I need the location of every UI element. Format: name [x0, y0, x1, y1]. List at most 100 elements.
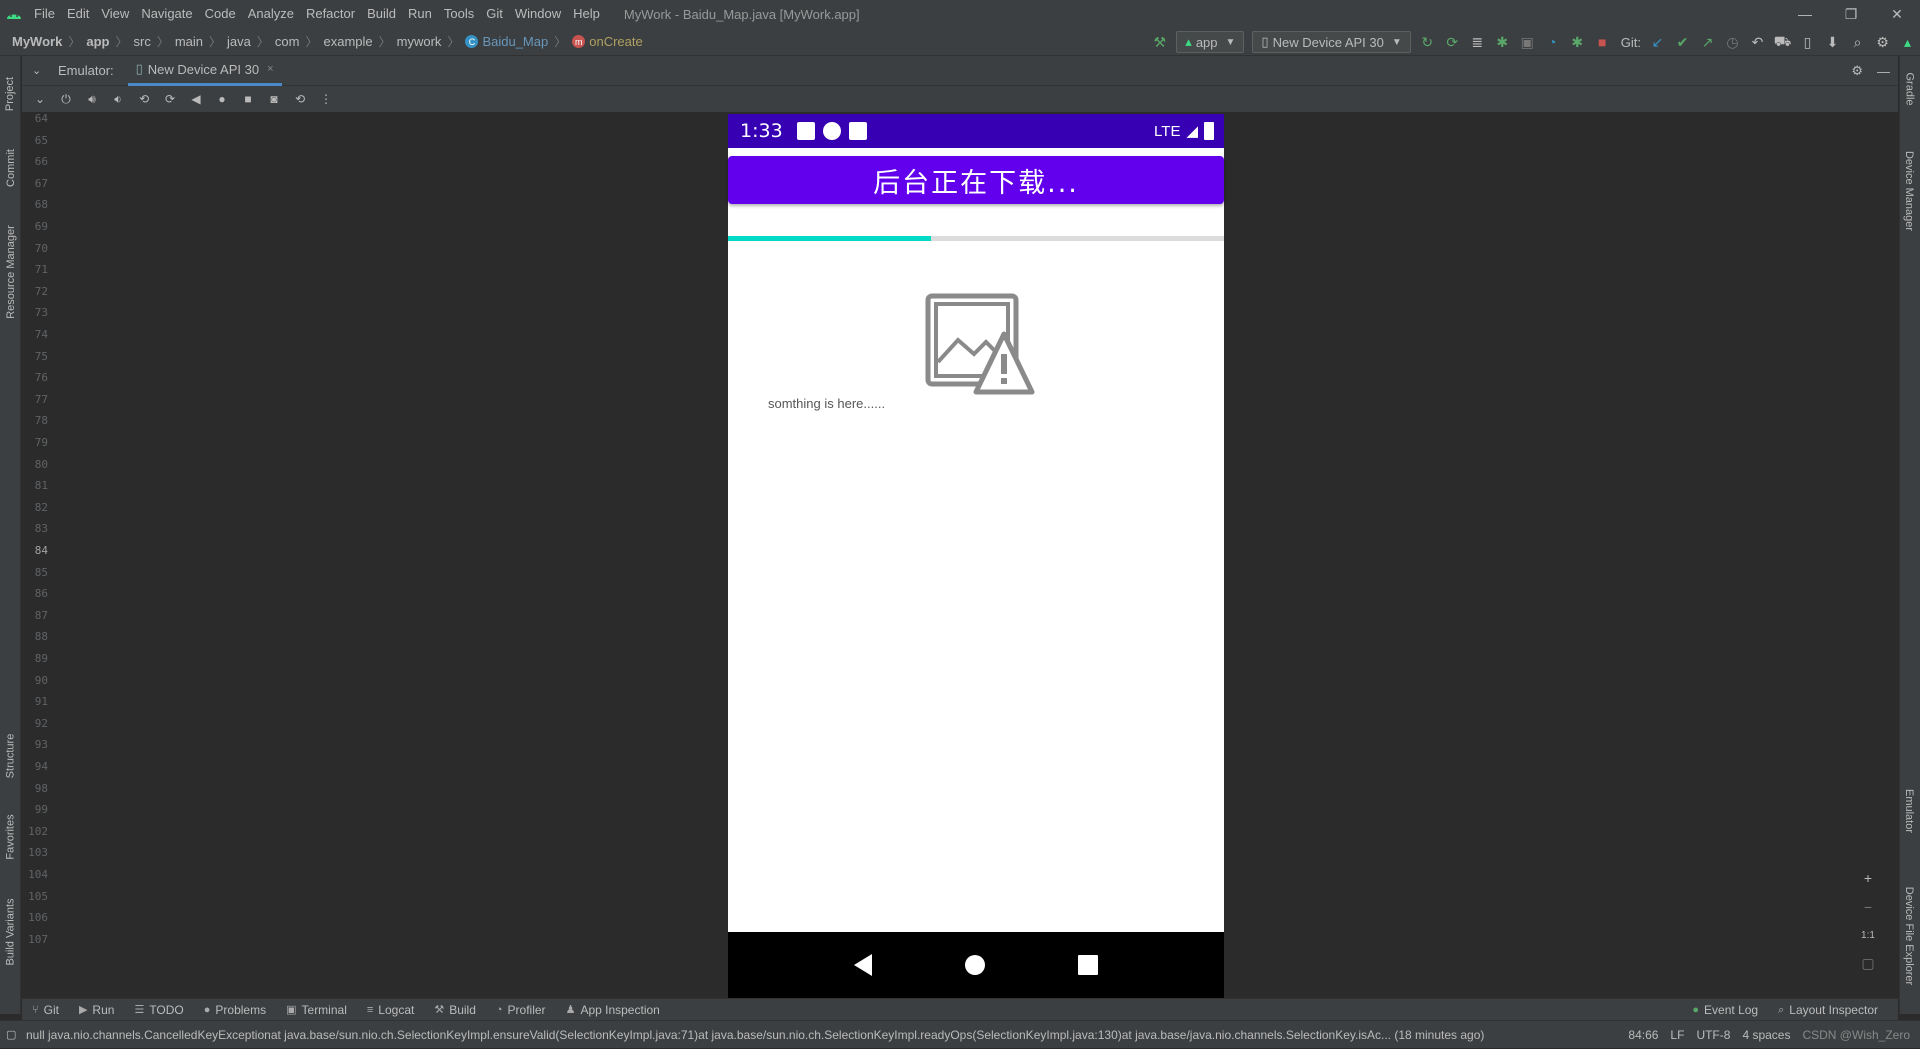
device-selector[interactable]: ▯ New Device API 30 ▼: [1252, 31, 1411, 53]
settings-gear-icon[interactable]: ⚙: [1870, 30, 1895, 54]
volume-down-icon[interactable]: 🔉︎: [110, 91, 126, 107]
breadcrumb-example[interactable]: example: [324, 34, 373, 49]
git-update-icon[interactable]: ↙: [1645, 30, 1670, 54]
breadcrumb-project[interactable]: MyWork: [12, 34, 62, 49]
menu-help[interactable]: Help: [567, 0, 606, 28]
tab-device-file-explorer[interactable]: Device File Explorer: [1899, 866, 1920, 1006]
chevron-down-icon[interactable]: ⌄: [32, 64, 41, 77]
sdk-manager-icon[interactable]: ⬇: [1820, 30, 1845, 54]
menu-code[interactable]: Code: [199, 0, 242, 28]
line-separator[interactable]: LF: [1670, 1028, 1684, 1042]
tab-structure[interactable]: Structure: [0, 724, 21, 788]
zoom-actual-size-button[interactable]: 1:1: [1861, 923, 1875, 947]
tab-favorites[interactable]: Favorites: [0, 802, 21, 872]
tab-resource-manager[interactable]: Resource Manager: [0, 212, 21, 332]
tool-build[interactable]: ⚒ Build: [434, 1003, 476, 1017]
close-icon[interactable]: ✕: [1874, 0, 1920, 28]
history-icon[interactable]: ◷: [1720, 30, 1745, 54]
tool-problems[interactable]: ● Problems: [204, 1003, 266, 1017]
menu-build[interactable]: Build: [361, 0, 402, 28]
menu-navigate[interactable]: Navigate: [135, 0, 198, 28]
back-icon[interactable]: ◀: [188, 91, 204, 107]
device-manager-icon[interactable]: ▯: [1795, 30, 1820, 54]
tool-logcat[interactable]: ≡ Logcat: [367, 1003, 414, 1017]
tool-run[interactable]: ▶ Run: [79, 1003, 114, 1017]
apply-code-changes-icon[interactable]: ⟳: [1440, 30, 1465, 54]
breadcrumb-main[interactable]: main: [175, 34, 203, 49]
rotate-left-icon[interactable]: ⟲: [136, 91, 152, 107]
emulator-device-screen[interactable]: 1:33 LTE ◢ 后台正在下载... somthing is here...…: [728, 114, 1224, 998]
tab-device-manager[interactable]: Device Manager: [1899, 136, 1920, 246]
git-commit-icon[interactable]: ✔: [1670, 30, 1695, 54]
run-config-selector[interactable]: ▴ app ▼: [1176, 31, 1245, 53]
menu-tools[interactable]: Tools: [438, 0, 480, 28]
breadcrumb-mywork[interactable]: mywork: [397, 34, 442, 49]
attach-debugger-icon[interactable]: ✱: [1565, 30, 1590, 54]
download-status-button[interactable]: 后台正在下载...: [728, 156, 1224, 204]
tool-app-inspection[interactable]: ♟ App Inspection: [566, 1003, 660, 1017]
device-mirror-icon[interactable]: ⛟: [1770, 30, 1795, 54]
tool-profiler[interactable]: ◔ Profiler: [496, 1003, 546, 1017]
zoom-in-button[interactable]: +: [1864, 866, 1872, 890]
breadcrumb-class[interactable]: Baidu_Map: [482, 34, 548, 49]
volume-up-icon[interactable]: 🔊︎: [84, 91, 100, 107]
breadcrumb-java[interactable]: java: [227, 34, 251, 49]
caret-position[interactable]: 84:66: [1628, 1028, 1658, 1042]
rollback-icon[interactable]: ↶: [1745, 30, 1770, 54]
tab-emulator[interactable]: Emulator: [1899, 776, 1920, 846]
profile-icon[interactable]: ◔: [1540, 30, 1565, 54]
settings-gear-icon[interactable]: ⚙: [1851, 63, 1863, 79]
snapshot-icon[interactable]: ⟲: [292, 91, 308, 107]
breadcrumb-module[interactable]: app: [86, 34, 109, 49]
screenshot-icon[interactable]: ◙: [266, 91, 282, 107]
tab-project[interactable]: Project: [0, 62, 21, 126]
coverage-icon[interactable]: ▣: [1515, 30, 1540, 54]
debug-icon[interactable]: ✱: [1490, 30, 1515, 54]
tab-gradle[interactable]: Gradle: [1899, 64, 1920, 114]
tool-git[interactable]: ⑂ Git: [32, 1003, 59, 1017]
overview-icon[interactable]: ■: [240, 91, 256, 107]
menu-file[interactable]: File: [28, 0, 61, 28]
chevron-down-icon[interactable]: ⌄: [32, 91, 48, 107]
search-icon[interactable]: ⌕: [1845, 30, 1870, 54]
tool-terminal[interactable]: ▣ Terminal: [286, 1003, 347, 1017]
tool-todo[interactable]: ☰ TODO: [134, 1003, 183, 1017]
tab-build-variants[interactable]: Build Variants: [0, 882, 21, 982]
stop-icon[interactable]: ■: [1590, 30, 1615, 54]
tool-layout-inspector[interactable]: ⌕ Layout Inspector: [1778, 1003, 1878, 1017]
restore-icon[interactable]: ❐: [1828, 0, 1874, 28]
rotate-right-icon[interactable]: ⟳: [162, 91, 178, 107]
make-project-hammer-icon[interactable]: ⚒: [1147, 30, 1172, 54]
menu-view[interactable]: View: [95, 0, 135, 28]
hide-panel-icon[interactable]: —: [1877, 64, 1890, 79]
tab-commit[interactable]: Commit: [0, 136, 21, 200]
android-icon[interactable]: ▴: [1895, 30, 1920, 54]
menu-git[interactable]: Git: [480, 0, 509, 28]
indent-setting[interactable]: 4 spaces: [1742, 1028, 1790, 1042]
nav-home-icon[interactable]: [964, 955, 985, 975]
zoom-fit-icon[interactable]: ▢: [1861, 952, 1874, 976]
minimize-icon[interactable]: —: [1782, 0, 1828, 28]
tool-event-log[interactable]: ● Event Log: [1692, 1003, 1758, 1017]
menu-refactor[interactable]: Refactor: [300, 0, 361, 28]
status-message[interactable]: null java.nio.channels.CancelledKeyExcep…: [26, 1028, 1586, 1042]
power-icon[interactable]: ⏻: [58, 91, 74, 107]
status-toggle-icon[interactable]: ▢: [6, 1028, 16, 1041]
file-encoding[interactable]: UTF-8: [1696, 1028, 1730, 1042]
breadcrumb-src[interactable]: src: [133, 34, 150, 49]
git-push-icon[interactable]: ↗: [1695, 30, 1720, 54]
apply-changes-restart-icon[interactable]: ↻: [1415, 30, 1440, 54]
menu-analyze[interactable]: Analyze: [242, 0, 300, 28]
menu-edit[interactable]: Edit: [61, 0, 95, 28]
breadcrumb-com[interactable]: com: [275, 34, 300, 49]
nav-back-icon[interactable]: [854, 954, 873, 976]
home-icon[interactable]: ●: [214, 91, 230, 107]
menu-run[interactable]: Run: [402, 0, 438, 28]
nav-recents-icon[interactable]: [1077, 955, 1098, 975]
breadcrumb-method[interactable]: onCreate: [589, 34, 642, 49]
sync-icon[interactable]: ≣: [1465, 30, 1490, 54]
more-options-icon[interactable]: ⋮: [318, 91, 334, 107]
close-tab-icon[interactable]: ×: [267, 63, 273, 75]
zoom-out-button[interactable]: −: [1864, 895, 1872, 919]
tab-emulator-device[interactable]: ▯ New Device API 30 ×: [127, 56, 282, 86]
